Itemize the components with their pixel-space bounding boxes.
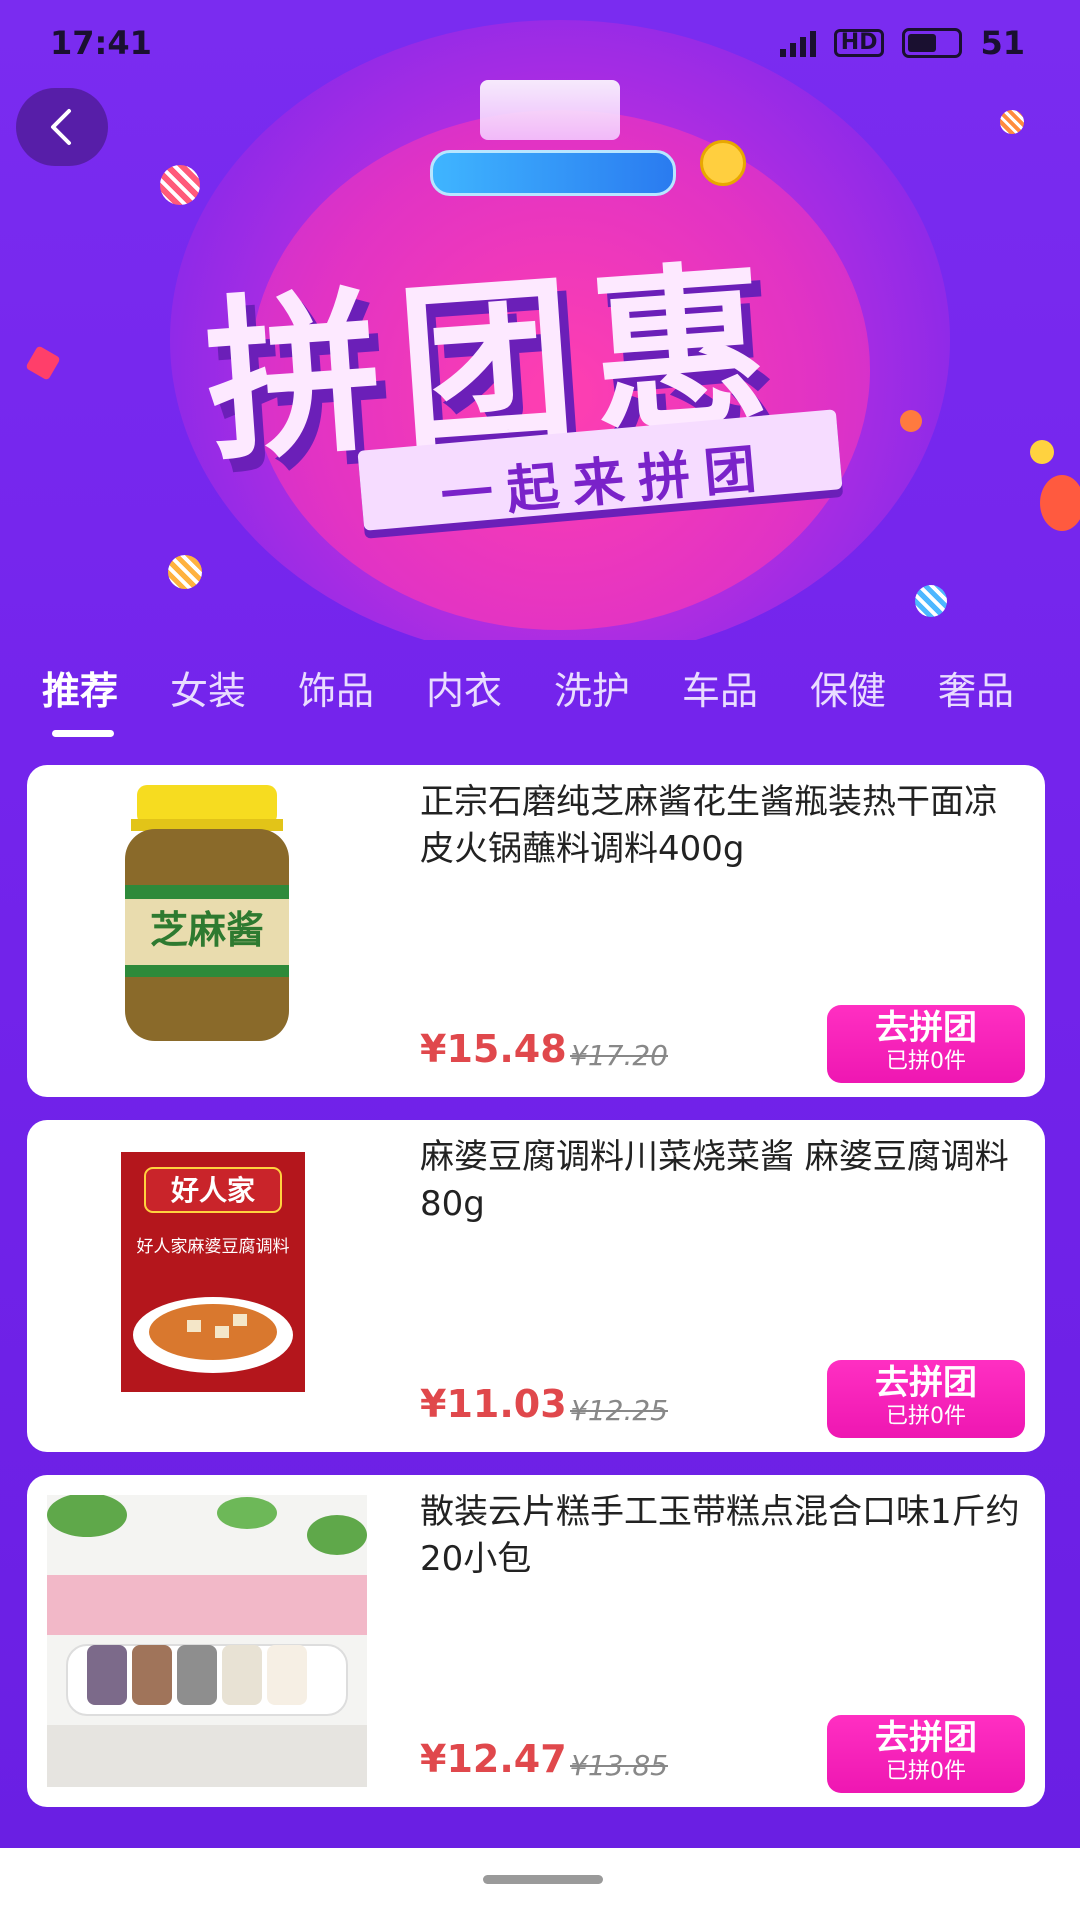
tab-personal-care[interactable]: 洗护 [554,660,630,715]
status-bar: 17:41 HD 51 [0,0,1080,90]
back-button[interactable] [16,88,108,166]
confetti-dot [900,410,922,432]
product-title: 正宗石磨纯芝麻酱花生酱瓶装热干面凉皮火锅蘸料调料400g [420,782,998,869]
confetti-dot [25,345,61,381]
battery-icon [902,28,963,58]
join-group-label: 去拼团 [875,1008,977,1048]
tab-luxury[interactable]: 奢品 [938,660,1014,715]
svg-text:芝麻酱: 芝麻酱 [150,908,264,952]
tab-recommend[interactable]: 推荐 [42,660,118,715]
home-indicator[interactable] [483,1875,603,1884]
product-title: 麻婆豆腐调料川菜烧菜酱 麻婆豆腐调料80g [420,1137,1009,1224]
battery-level: 51 [980,24,1025,62]
coin-icon [700,140,746,186]
tab-underwear[interactable]: 内衣 [426,660,502,715]
tab-womens-wear[interactable]: 女装 [170,660,246,715]
join-group-button[interactable]: 去拼团 已拼0件 [827,1360,1025,1438]
hd-icon: HD [833,29,885,57]
navigation-bar [0,1848,1080,1920]
category-tabs: 推荐 女装 饰品 内衣 洗护 车品 保健 奢品 [0,660,1080,740]
event-badge [430,150,676,196]
tab-health[interactable]: 保健 [810,660,886,715]
mapo-tofu-sauce-image: 好人家 好人家麻婆豆腐调料 [121,1152,305,1392]
join-group-button[interactable]: 去拼团 已拼0件 [827,1715,1025,1793]
product-image [47,1493,367,1787]
svg-text:好人家: 好人家 [170,1174,255,1207]
product-title: 散装云片糕手工玉带糕点混合口味1斤约20小包 [420,1492,1020,1579]
status-time: 17:41 [50,24,152,62]
product-card[interactable]: 散装云片糕手工玉带糕点混合口味1斤约20小包 ¥12.47 ¥13.85 去拼团… [27,1475,1045,1807]
product-image: 芝麻酱 [47,785,367,1077]
joined-count: 已拼0件 [886,1759,966,1784]
joined-count: 已拼0件 [886,1049,966,1074]
signal-icon [779,29,816,57]
join-group-label: 去拼团 [875,1363,977,1403]
svg-text:好人家麻婆豆腐调料: 好人家麻婆豆腐调料 [137,1237,290,1257]
product-image: 好人家 好人家麻婆豆腐调料 [47,1140,367,1432]
product-original-price: ¥12.25 [570,1394,668,1427]
cloud-cake-image [47,1493,367,1787]
tab-car-products[interactable]: 车品 [682,660,758,715]
join-group-label: 去拼团 [875,1718,977,1758]
product-card[interactable]: 芝麻酱 正宗石磨纯芝麻酱花生酱瓶装热干面凉皮火锅蘸料调料400g ¥15.48 … [27,765,1045,1097]
confetti-dot [1040,475,1080,531]
confetti-ball [168,555,202,589]
joined-count: 已拼0件 [886,1404,966,1429]
join-group-button[interactable]: 去拼团 已拼0件 [827,1005,1025,1083]
product-price: ¥11.03 [420,1382,567,1426]
confetti-ball [160,165,200,205]
product-price: ¥12.47 [420,1737,567,1781]
product-original-price: ¥13.85 [570,1749,668,1782]
status-indicators: HD 51 [779,24,1025,62]
confetti-ball [915,585,947,617]
confetti-ball [1000,110,1024,134]
sesame-paste-jar-image: 芝麻酱 [125,785,289,1041]
chevron-left-icon [51,109,71,145]
product-original-price: ¥17.20 [570,1039,668,1072]
tab-accessories[interactable]: 饰品 [298,660,374,715]
product-card[interactable]: 好人家 好人家麻婆豆腐调料 麻婆豆腐调料川菜烧菜酱 麻婆豆腐调料80g ¥11.… [27,1120,1045,1452]
confetti-dot [1030,440,1054,464]
promo-banner[interactable]: 拼团惠 拼团惠 一起来拼团 [0,0,1080,640]
product-price: ¥15.48 [420,1027,567,1071]
active-tab-indicator [52,730,114,737]
